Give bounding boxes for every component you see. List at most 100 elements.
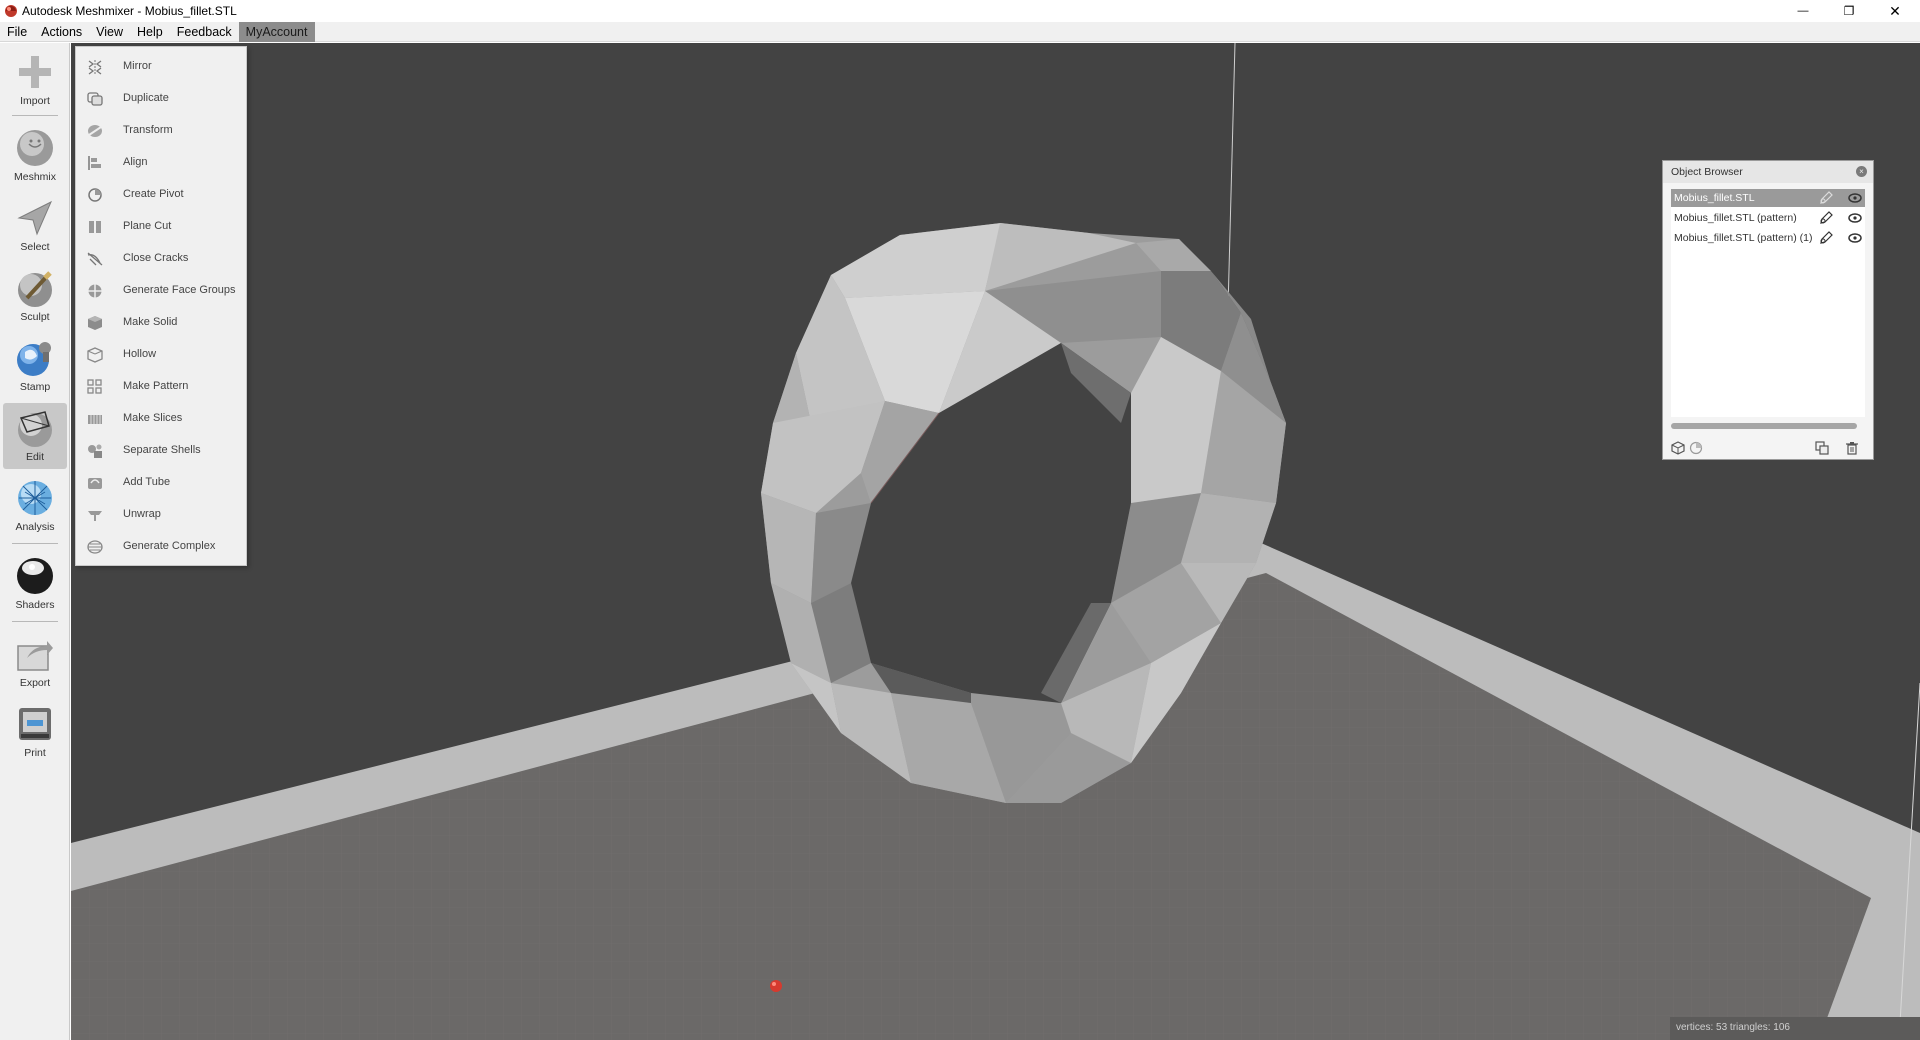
edit-menu-item-unwrap[interactable]: Unwrap [76, 499, 248, 531]
make-slices-icon [88, 415, 102, 424]
export-folder-icon [17, 641, 53, 671]
edit-menu-item-duplicate[interactable]: Duplicate [76, 83, 248, 115]
select-label: Select [20, 241, 50, 253]
object-list: Mobius_fillet.STL Mobius_fillet.STL (pat… [1671, 189, 1865, 417]
mesh-stats-text: vertices: 53 triangles: 106 [1676, 1022, 1790, 1033]
separate-shells-icon [88, 444, 102, 458]
edit-menu-label: Make Solid [123, 316, 178, 328]
object-browser-header[interactable]: Object Browser × [1663, 161, 1873, 183]
edit-menu-item-add-tube[interactable]: Add Tube [76, 467, 248, 499]
pivot-point[interactable] [770, 980, 782, 992]
menu-actions[interactable]: Actions [34, 22, 89, 42]
edit-menu-label: Generate Face Groups [123, 284, 236, 296]
export-label: Export [19, 677, 51, 689]
eye-icon[interactable] [1848, 213, 1862, 223]
import-tool-button[interactable]: Import [3, 47, 67, 113]
edit-menu-label: Make Pattern [123, 380, 189, 392]
edit-menu-item-plane-cut[interactable]: Plane Cut [76, 211, 248, 243]
edit-menu-label: Plane Cut [123, 220, 172, 232]
menu-help[interactable]: Help [130, 22, 170, 42]
edit-menu-label: Mirror [123, 60, 152, 72]
object-browser-panel: Object Browser × Mobius_fillet.STL Mobiu… [1662, 160, 1874, 460]
shaded-sphere-icon [17, 558, 53, 594]
3d-viewport[interactable] [71, 43, 1920, 1040]
close-icon[interactable]: × [1856, 166, 1867, 177]
object-name: Mobius_fillet.STL (pattern) (1) [1674, 232, 1813, 244]
restore-button[interactable]: ❐ [1826, 0, 1872, 22]
brush-sphere-icon [18, 271, 52, 307]
close-cracks-icon [87, 252, 103, 266]
edit-menu-label: Transform [123, 124, 173, 136]
meshmix-label: Meshmix [13, 171, 56, 183]
object-list-scrollbar[interactable] [1671, 423, 1857, 429]
print-tool-button[interactable]: Print [3, 699, 67, 765]
object-list-item[interactable]: Mobius_fillet.STL [1671, 189, 1865, 207]
edit-menu-item-make-slices[interactable]: Make Slices [76, 403, 248, 435]
minimize-button[interactable]: — [1780, 0, 1826, 22]
edit-menu-label: Create Pivot [123, 188, 184, 200]
window-title: Autodesk Meshmixer - Mobius_fillet.STL [22, 4, 237, 18]
unwrap-icon [88, 511, 102, 521]
select-tool-button[interactable]: Select [3, 193, 67, 259]
edit-menu-item-generate-complex[interactable]: Generate Complex [76, 531, 248, 563]
lock-edit-icon[interactable] [1819, 211, 1833, 225]
mirror-icon [88, 60, 102, 75]
object-name: Mobius_fillet.STL [1674, 192, 1755, 204]
export-tool-button[interactable]: Export [3, 629, 67, 695]
print-label: Print [24, 747, 46, 759]
trash-icon[interactable] [1845, 441, 1859, 455]
menu-feedback[interactable]: Feedback [170, 22, 239, 42]
meshmix-tool-button[interactable]: Meshmix [3, 123, 67, 189]
mesh-sphere-icon [18, 481, 52, 515]
edit-menu-item-make-solid[interactable]: Make Solid [76, 307, 248, 339]
edit-menu-item-separate-shells[interactable]: Separate Shells [76, 435, 248, 467]
lock-edit-icon[interactable] [1819, 231, 1833, 245]
cube-icon[interactable] [1671, 441, 1685, 455]
stamp-label: Stamp [19, 381, 51, 393]
lock-edit-icon[interactable] [1819, 191, 1833, 205]
edit-tool-button[interactable]: Edit [3, 403, 67, 469]
shaders-label: Shaders [15, 599, 55, 611]
scene-canvas [71, 43, 1920, 1040]
edit-menu-item-transform[interactable]: Transform [76, 115, 248, 147]
edit-menu-label: Add Tube [123, 476, 171, 488]
edit-menu-item-hollow[interactable]: Hollow [76, 339, 248, 371]
meshmixer-logo-icon [5, 5, 17, 17]
edit-menu-label: Align [123, 156, 148, 168]
eye-icon[interactable] [1848, 193, 1862, 203]
stamp-tool-button[interactable]: Stamp [3, 333, 67, 399]
object-list-item[interactable]: Mobius_fillet.STL (pattern) [1671, 209, 1865, 227]
edit-menu-label: Separate Shells [123, 444, 201, 456]
object-browser-title: Object Browser [1671, 166, 1743, 178]
minimize-icon: — [1797, 5, 1809, 17]
generate-complex-icon [87, 540, 103, 554]
eye-icon[interactable] [1848, 233, 1862, 243]
edit-menu-label: Unwrap [123, 508, 161, 520]
title-bar: Autodesk Meshmixer - Mobius_fillet.STL —… [0, 0, 1920, 22]
shaders-tool-button[interactable]: Shaders [3, 551, 67, 617]
edit-menu-label: Make Slices [123, 412, 183, 424]
close-button[interactable]: ✕ [1872, 0, 1918, 22]
edit-menu-item-make-pattern[interactable]: Make Pattern [76, 371, 248, 403]
object-list-item[interactable]: Mobius_fillet.STL (pattern) (1) [1671, 229, 1865, 247]
menu-file[interactable]: File [0, 22, 34, 42]
pie-icon[interactable] [1689, 441, 1703, 455]
stamp-sphere-icon [17, 342, 51, 376]
sculpt-tool-button[interactable]: Sculpt [3, 263, 67, 329]
object-browser-footer [1663, 437, 1873, 459]
edit-menu-item-close-cracks[interactable]: Close Cracks [76, 243, 248, 275]
edit-menu-item-mirror[interactable]: Mirror [76, 51, 248, 83]
edit-menu-item-align[interactable]: Align [76, 147, 248, 179]
menu-view[interactable]: View [89, 22, 130, 42]
analysis-tool-button[interactable]: Analysis [3, 473, 67, 539]
make-pattern-icon [87, 379, 102, 394]
duplicate-icon[interactable] [1815, 441, 1829, 455]
printer-icon [19, 708, 51, 740]
edit-menu-item-create-pivot[interactable]: Create Pivot [76, 179, 248, 211]
analysis-label: Analysis [15, 521, 55, 533]
edit-menu-item-generate-face-groups[interactable]: Generate Face Groups [76, 275, 248, 307]
edit-menu-label: Hollow [123, 348, 157, 360]
menu-myaccount[interactable]: MyAccount [238, 22, 315, 42]
face-groups-icon [88, 284, 102, 298]
status-bar: vertices: 53 triangles: 106 [1670, 1017, 1920, 1040]
